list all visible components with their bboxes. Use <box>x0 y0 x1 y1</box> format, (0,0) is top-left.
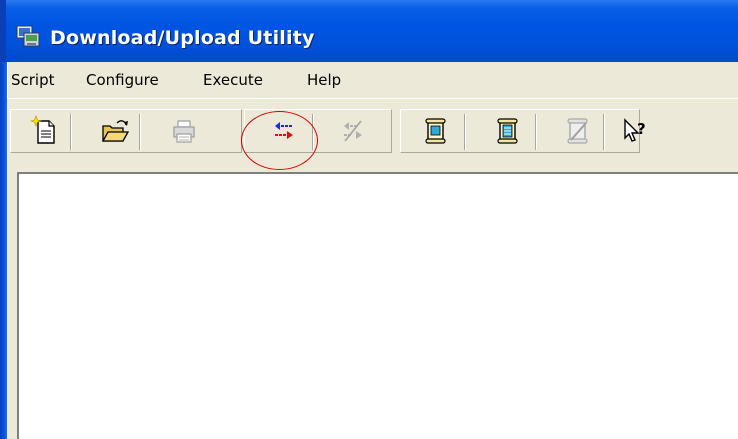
title-bar[interactable]: Download/Upload Utility <box>0 0 738 62</box>
scroll-list-icon <box>497 118 518 144</box>
toolbar-separator <box>464 114 466 150</box>
edit-script-button[interactable] <box>559 113 595 149</box>
toolbar-group-transfer <box>244 109 392 153</box>
menu-configure[interactable]: Configure <box>86 71 159 89</box>
scroll-icon <box>425 118 446 144</box>
menu-execute[interactable]: Execute <box>203 71 263 89</box>
menu-help[interactable]: Help <box>307 71 341 89</box>
toolbar: ? <box>7 98 738 172</box>
new-document-icon <box>29 115 55 144</box>
toolbar-separator <box>139 114 141 150</box>
edit-script-icon <box>567 118 588 144</box>
toolbar-separator <box>70 114 72 150</box>
script-content-area[interactable] <box>17 172 738 439</box>
transfer-button[interactable] <box>266 113 302 149</box>
toolbar-separator <box>603 114 605 150</box>
window-left-border <box>0 62 7 439</box>
context-help-icon: ? <box>624 118 646 142</box>
transfer-stop-icon <box>344 120 362 142</box>
menu-bar: Script Configure Execute Help <box>7 62 738 98</box>
app-icon[interactable] <box>16 24 40 48</box>
window-title: Download/Upload Utility <box>50 27 315 49</box>
svg-text:?: ? <box>637 120 646 138</box>
new-button[interactable] <box>27 113 63 149</box>
toolbar-group-script <box>400 109 640 153</box>
transfer-arrows-icon <box>275 122 293 139</box>
print-icon <box>173 120 195 143</box>
context-help-button[interactable]: ? <box>617 112 653 148</box>
script-view-button[interactable] <box>417 113 453 149</box>
client-frame <box>7 172 17 439</box>
print-button[interactable] <box>166 113 202 149</box>
toolbar-group-file <box>10 109 242 153</box>
toolbar-separator <box>535 114 537 150</box>
open-folder-icon <box>101 120 130 142</box>
menu-script[interactable]: Script <box>11 71 55 89</box>
toolbar-separator <box>312 114 314 150</box>
script-list-button[interactable] <box>489 113 525 149</box>
app-window: Download/Upload Utility Script Configure… <box>0 0 738 439</box>
transfer-stop-button[interactable] <box>335 113 371 149</box>
open-button[interactable] <box>97 113 133 149</box>
